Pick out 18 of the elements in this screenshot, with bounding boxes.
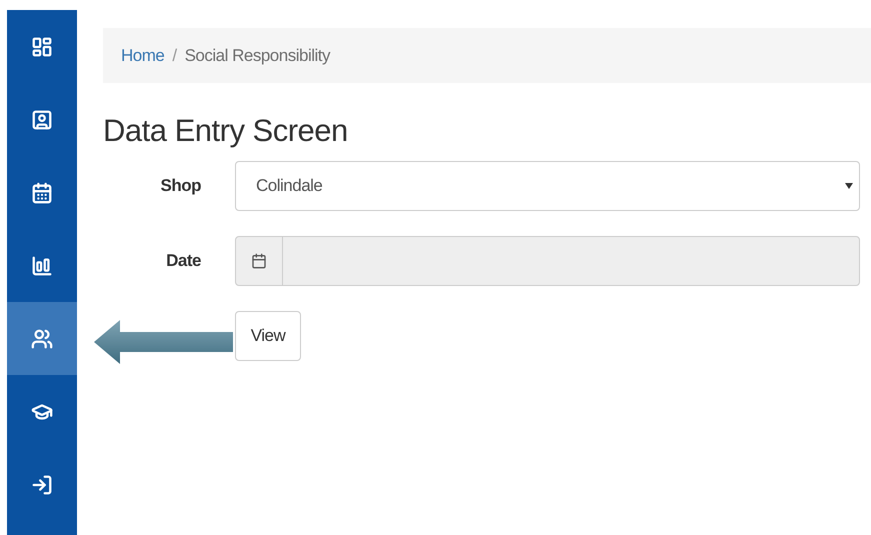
page-title: Data Entry Screen bbox=[103, 113, 349, 149]
caret-icon bbox=[845, 183, 853, 189]
calendar-icon bbox=[31, 182, 53, 204]
breadcrumb-separator: / bbox=[172, 46, 177, 66]
sidebar-item[interactable] bbox=[7, 302, 77, 375]
shop-select[interactable]: Colindale bbox=[235, 161, 860, 211]
dashboard-icon bbox=[31, 36, 53, 58]
users-icon bbox=[31, 328, 53, 350]
sign-in-icon bbox=[31, 474, 53, 496]
bar-chart-icon bbox=[31, 254, 53, 276]
field-label: Date bbox=[165, 251, 202, 271]
field-label: Shop bbox=[160, 176, 202, 196]
view-button[interactable]: View bbox=[235, 311, 301, 361]
calendar-icon bbox=[251, 253, 267, 269]
contact-card-icon bbox=[31, 108, 53, 130]
breadcrumb-current: Social Responsibility bbox=[184, 46, 330, 66]
breadcrumb-link[interactable]: Home bbox=[121, 46, 164, 66]
date-field[interactable] bbox=[235, 236, 860, 286]
